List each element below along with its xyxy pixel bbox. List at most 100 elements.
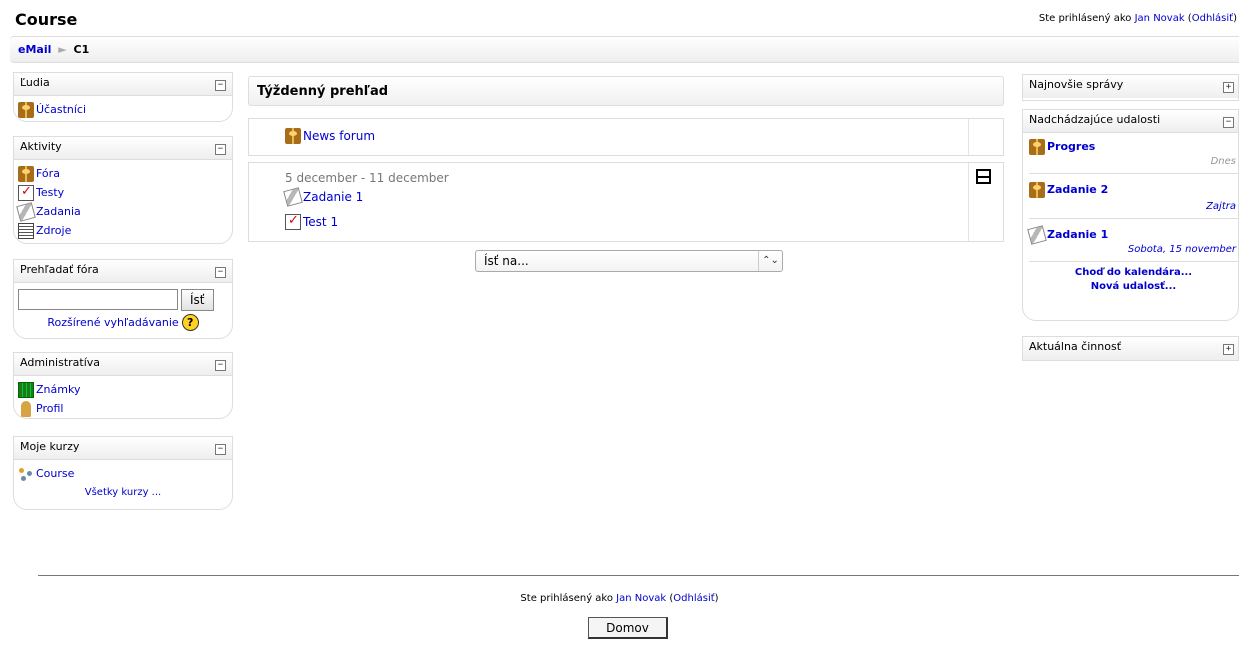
breadcrumb-home[interactable]: eMail <box>18 43 51 56</box>
user-link[interactable]: Jan Novak <box>1135 13 1185 24</box>
section-side <box>968 163 1003 241</box>
login-prefix: Ste prihlásený ako <box>1038 13 1135 24</box>
collapse-toggle[interactable]: − <box>215 144 226 155</box>
user-link[interactable]: Jan Novak <box>616 593 666 604</box>
activities-block: Aktivity − Fóra Testy Zadania Zdroje <box>13 136 233 244</box>
latest-news-block: Najnovšie správy + <box>1022 74 1239 101</box>
breadcrumb-separator: ► <box>58 43 67 56</box>
jump-selected-value: Ísť na... <box>484 254 529 268</box>
block-header: Nadchádzajúce udalosti − <box>1023 110 1238 133</box>
block-title: Aktuálna činnosť <box>1029 340 1122 353</box>
event-link[interactable]: Progres <box>1047 140 1095 153</box>
new-event-link[interactable]: Nová udalosť... <box>1091 281 1176 292</box>
grades-link[interactable]: Známky <box>36 383 80 396</box>
search-forums-block: Prehľadať fóra − Ísť Rozšírené vyhľadáva… <box>13 259 233 339</box>
weekly-outline-heading: Týždenný prehľad <box>248 76 1004 106</box>
block-header: Administratíva − <box>14 353 232 376</box>
quiz-icon <box>285 213 301 230</box>
collapse-toggle[interactable]: − <box>215 80 226 91</box>
footer-login-info: Ste prihlásený ako Jan Novak (Odhlásiť) <box>0 593 1239 604</box>
section-0: News forum <box>248 118 1004 156</box>
page-title: Course <box>15 10 78 29</box>
quiz-link[interactable]: Test 1 <box>303 215 338 229</box>
administration-block: Administratíva − Známky Profil <box>13 352 233 419</box>
recent-activity-block: Aktuálna činnosť + <box>1022 336 1239 361</box>
event-date[interactable]: Zajtra <box>1029 201 1238 212</box>
block-header: Aktivity − <box>14 137 232 160</box>
logout-open: ( <box>1184 13 1192 24</box>
footer-divider <box>38 575 1239 576</box>
breadcrumb: eMail ► C1 <box>10 36 1239 63</box>
expand-toggle[interactable]: + <box>1223 344 1234 355</box>
collapse-toggle[interactable]: − <box>215 267 226 278</box>
course-link[interactable]: Course <box>36 467 74 480</box>
divider <box>1029 261 1238 262</box>
login-info: Ste prihlásený ako Jan Novak (Odhlásiť) <box>1039 13 1237 24</box>
activity-forums-link[interactable]: Fóra <box>36 167 60 180</box>
show-only-week-icon[interactable] <box>976 169 991 184</box>
block-header: Aktuálna činnosť + <box>1023 337 1238 360</box>
block-header: Prehľadať fóra − <box>14 260 232 283</box>
forum-icon <box>18 165 34 182</box>
quiz-icon <box>18 184 34 201</box>
week-dates: 5 december - 11 december <box>285 171 449 185</box>
divider <box>1029 173 1238 174</box>
block-title: Najnovšie správy <box>1029 78 1124 91</box>
collapse-toggle[interactable]: − <box>1223 117 1234 128</box>
assignment-icon <box>16 201 36 222</box>
activity-assignments-link[interactable]: Zadania <box>36 205 81 218</box>
block-title: Administratíva <box>20 356 101 369</box>
participants-link[interactable]: Účastníci <box>36 103 86 116</box>
block-title: Moje kurzy <box>20 440 80 453</box>
help-icon[interactable]: ? <box>181 314 199 331</box>
collapse-toggle[interactable]: − <box>215 360 226 371</box>
participants-icon <box>18 101 34 118</box>
event-link[interactable]: Zadanie 2 <box>1047 183 1108 196</box>
expand-toggle[interactable]: + <box>1223 82 1234 93</box>
block-title: Nadchádzajúce udalosti <box>1029 113 1161 126</box>
jump-to-select[interactable]: Ísť na... ⌃⌄ <box>475 250 783 272</box>
block-header: Moje kurzy − <box>14 437 232 460</box>
logout-link[interactable]: Odhlásiť <box>673 593 714 604</box>
news-forum-link[interactable]: News forum <box>303 129 375 143</box>
search-input[interactable] <box>18 289 178 310</box>
upcoming-events-block: Nadchádzajúce udalosti − Progres Dnes Za… <box>1022 109 1239 321</box>
week-section: 5 december - 11 december Zadanie 1 Test … <box>248 162 1004 242</box>
search-go-button[interactable]: Ísť <box>181 289 214 311</box>
event-link[interactable]: Zadanie 1 <box>1047 228 1108 241</box>
advanced-search-link[interactable]: Rozšírené vyhľadávanie <box>47 316 178 329</box>
course-icon <box>18 466 34 482</box>
block-header: Najnovšie správy + <box>1023 75 1238 98</box>
divider <box>1029 218 1238 219</box>
profile-icon <box>21 400 31 417</box>
logout-close: ) <box>1233 13 1237 24</box>
forum-icon <box>285 128 301 144</box>
event-date: Dnes <box>1210 156 1236 167</box>
block-title: Prehľadať fóra <box>20 263 99 276</box>
assignment-link[interactable]: Zadanie 1 <box>303 190 363 204</box>
grades-icon <box>18 381 34 398</box>
resource-icon <box>18 222 34 239</box>
forum-icon <box>1029 181 1045 198</box>
people-block: Ľudia − Účastníci <box>13 72 233 122</box>
calendar-link[interactable]: Choď do kalendára... <box>1075 267 1192 278</box>
breadcrumb-current: C1 <box>73 43 90 56</box>
home-button[interactable]: Domov <box>588 617 668 639</box>
block-title: Aktivity <box>20 140 62 153</box>
activity-resources-link[interactable]: Zdroje <box>36 224 71 237</box>
chevron-updown-icon: ⌃⌄ <box>758 251 782 271</box>
logout-link[interactable]: Odhlásiť <box>1192 13 1233 24</box>
forum-icon <box>1029 138 1045 155</box>
profile-link[interactable]: Profil <box>36 402 63 415</box>
block-title: Ľudia <box>20 76 50 89</box>
section-side <box>968 119 1003 155</box>
login-prefix: Ste prihlásený ako <box>520 593 617 604</box>
event-date[interactable]: Sobota, 15 november <box>1029 244 1238 255</box>
assignment-icon <box>283 187 303 207</box>
my-courses-block: Moje kurzy − Course Všetky kurzy ... <box>13 436 233 510</box>
all-courses-link[interactable]: Všetky kurzy ... <box>85 487 161 498</box>
assignment-icon <box>1027 224 1047 245</box>
activity-quizzes-link[interactable]: Testy <box>36 186 64 199</box>
collapse-toggle[interactable]: − <box>215 444 226 455</box>
block-header: Ľudia − <box>14 73 232 96</box>
